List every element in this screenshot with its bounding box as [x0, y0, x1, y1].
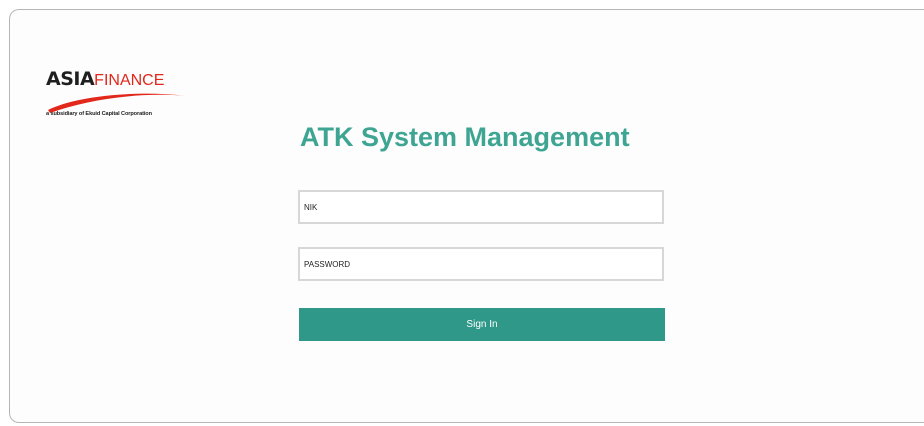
sign-in-button[interactable]: Sign In [299, 308, 665, 341]
nik-input[interactable] [298, 190, 664, 224]
password-input[interactable] [298, 247, 664, 281]
logo-wordmark: ASIAFINANCE [46, 70, 164, 89]
logo-tagline: a subsidiary of Ekuid Capital Corporatio… [46, 111, 152, 117]
page-title: ATK System Management [300, 122, 630, 152]
logo-finance-text: FINANCE [94, 72, 165, 89]
login-panel: ASIAFINANCE a subsidiary of Ekuid Capita… [9, 9, 924, 423]
asia-finance-logo: ASIAFINANCE a subsidiary of Ekuid Capita… [46, 70, 226, 124]
logo-asia-text: ASIA [46, 68, 95, 90]
